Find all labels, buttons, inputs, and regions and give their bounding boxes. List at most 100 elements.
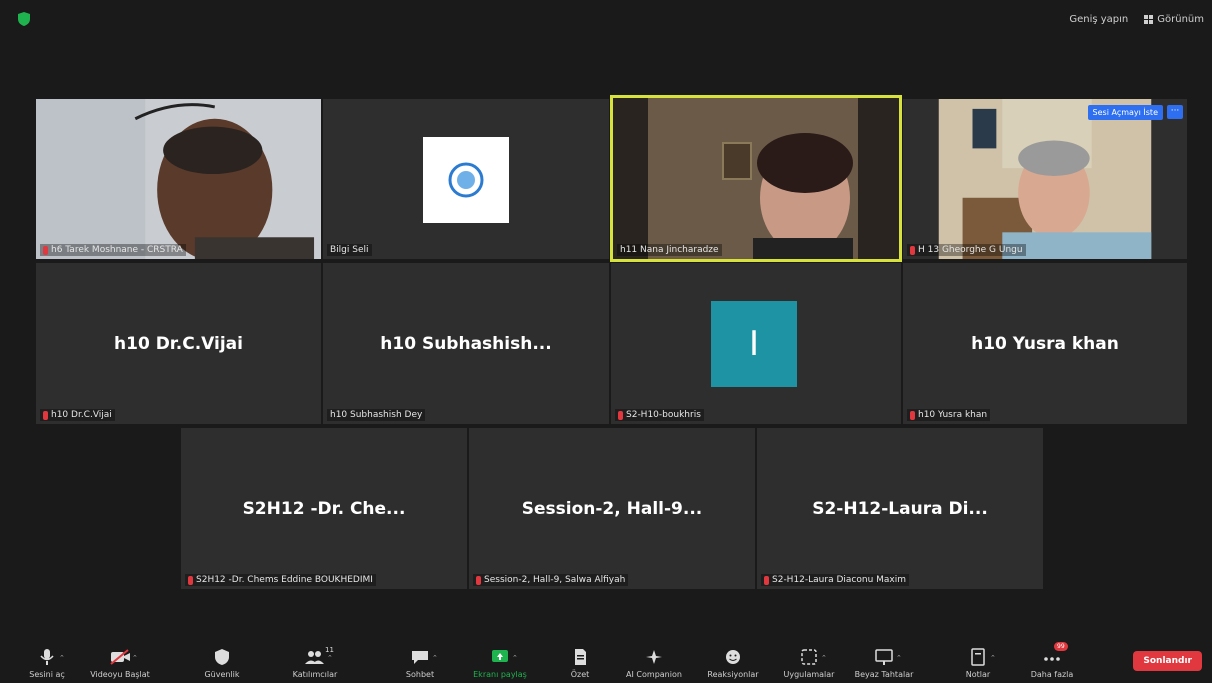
mic-muted-icon <box>188 575 193 585</box>
end-meeting-button[interactable]: Sonlandır <box>1133 651 1202 671</box>
shield-icon <box>215 649 229 665</box>
video-tile-tarek[interactable]: h6 Tarek Moshnane - CRSTRA <box>35 98 322 260</box>
notes-button[interactable]: ⌃ Notlar <box>958 648 998 679</box>
more-button[interactable]: 99 Daha fazla <box>1030 642 1074 679</box>
more-label: Daha fazla <box>1030 670 1074 679</box>
document-icon <box>575 649 586 665</box>
share-screen-icon <box>492 650 508 662</box>
participants-count: 11 <box>325 646 334 654</box>
participant-name: h10 Yusra khan <box>918 410 988 420</box>
fullscreen-label: Geniş yapın <box>1069 14 1129 25</box>
participant-display-name: h10 Subhashish... <box>380 333 552 354</box>
summary-label: Özet <box>570 670 590 679</box>
participant-name: h11 Nana Jincharadze <box>620 245 719 255</box>
reactions-label: Reaksiyonlar <box>707 670 759 679</box>
video-tile-laura[interactable]: S2-H12-Laura Di... S2-H12-Laura Diaconu … <box>756 427 1044 590</box>
summary-button[interactable]: Özet <box>565 648 595 679</box>
participant-name: h10 Subhashish Dey <box>330 410 423 420</box>
video-tile-salwa[interactable]: Session-2, Hall-9... Session-2, Hall-9, … <box>468 427 756 590</box>
video-tile-yusra[interactable]: h10 Yusra khan h10 Yusra khan <box>902 262 1188 425</box>
mic-muted-icon <box>43 245 48 255</box>
participant-name: h6 Tarek Moshnane - CRSTRA <box>51 245 183 255</box>
video-tile-nana-active-speaker[interactable]: h11 Nana Jincharadze <box>610 95 902 262</box>
participant-video <box>36 99 321 259</box>
chevron-up-icon[interactable]: ⌃ <box>327 654 333 662</box>
mic-muted-icon <box>618 410 623 420</box>
whiteboards-button[interactable]: ⌃ Beyaz Tahtalar <box>852 648 916 679</box>
avatar: I <box>711 301 797 387</box>
security-button[interactable]: Güvenlik <box>200 648 244 679</box>
notes-icon <box>971 648 985 666</box>
participants-label: Katılımcılar <box>292 670 338 679</box>
participant-name: S2-H12-Laura Diaconu Maxim <box>772 575 907 585</box>
participant-name-tag: Bilgi Seli <box>327 244 372 256</box>
participant-name-tag: Session-2, Hall-9, Salwa Alfiyah <box>473 574 629 586</box>
chat-label: Sohbet <box>405 670 435 679</box>
participant-name: h10 Dr.C.Vijai <box>51 410 112 420</box>
participant-name-tag: S2-H10-boukhris <box>615 409 704 421</box>
audio-label: Sesini aç <box>29 670 65 679</box>
fullscreen-button[interactable]: Geniş yapın <box>1069 14 1128 25</box>
notes-label: Notlar <box>965 670 991 679</box>
mic-muted-icon <box>910 410 915 420</box>
mic-muted-icon <box>764 575 769 585</box>
logo-icon <box>448 162 484 198</box>
chevron-up-icon[interactable]: ⌃ <box>821 654 827 662</box>
apps-label: Uygulamalar <box>783 670 835 679</box>
chat-button[interactable]: ⌃ Sohbet <box>400 648 440 679</box>
whiteboards-label: Beyaz Tahtalar <box>854 670 914 679</box>
participant-name-tag: h10 Subhashish Dey <box>327 409 426 421</box>
organization-logo <box>423 137 509 223</box>
smiley-icon <box>726 650 740 664</box>
share-screen-button[interactable]: ⌃ Ekranı paylaş <box>470 648 530 679</box>
participant-name-tag: h10 Dr.C.Vijai <box>40 409 115 421</box>
grid-icon <box>1144 15 1154 24</box>
view-button[interactable]: Görünüm <box>1144 14 1204 25</box>
shield-icon[interactable] <box>18 12 30 26</box>
participants-button[interactable]: 11 ⌃ Katılımcılar <box>290 646 340 679</box>
participant-name: H 13 Gheorghe G Ungu <box>918 245 1023 255</box>
ai-companion-label: AI Companion <box>626 670 682 679</box>
participant-name-tag: h10 Yusra khan <box>907 409 991 421</box>
participant-name: Session-2, Hall-9, Salwa Alfiyah <box>484 575 626 585</box>
audio-button[interactable]: ⌃ Sesini aç <box>22 648 72 679</box>
mic-muted-icon <box>910 245 915 255</box>
video-label: Videoyu Başlat <box>90 670 150 679</box>
participant-name: S2H12 -Dr. Chems Eddine BOUKHEDIMI <box>196 575 373 585</box>
participant-name-tag: H 13 Gheorghe G Ungu <box>907 244 1026 256</box>
video-tile-vijai[interactable]: h10 Dr.C.Vijai h10 Dr.C.Vijai <box>35 262 322 425</box>
video-tile-chems[interactable]: S2H12 -Dr. Che... S2H12 -Dr. Chems Eddin… <box>180 427 468 590</box>
security-label: Güvenlik <box>204 670 240 679</box>
video-tile-subhashish[interactable]: h10 Subhashish... h10 Subhashish Dey <box>322 262 610 425</box>
video-off-icon <box>110 649 130 665</box>
chevron-up-icon[interactable]: ⌃ <box>896 654 902 662</box>
apps-button[interactable]: ⌃ Uygulamalar <box>778 648 840 679</box>
share-label: Ekranı paylaş <box>473 670 527 679</box>
chevron-up-icon[interactable]: ⌃ <box>132 654 138 662</box>
participant-video <box>613 98 899 259</box>
participant-display-name: h10 Dr.C.Vijai <box>114 333 243 354</box>
chat-bubble-icon <box>412 651 428 664</box>
ai-companion-button[interactable]: AI Companion <box>622 648 686 679</box>
chevron-up-icon[interactable]: ⌃ <box>432 654 438 662</box>
video-tile-boukhris[interactable]: I S2-H10-boukhris <box>610 262 902 425</box>
top-bar: Geniş yapın Görünüm <box>0 0 1212 40</box>
video-button[interactable]: ⌃ Videoyu Başlat <box>90 648 150 679</box>
ask-to-unmute-button[interactable]: Sesi Açmayı İste <box>1087 105 1163 120</box>
video-tile-gheorghe[interactable]: Sesi Açmayı İste ··· H 13 Gheorghe G Ung… <box>902 98 1188 260</box>
mic-muted-icon <box>476 575 481 585</box>
participant-name-tag: S2H12 -Dr. Chems Eddine BOUKHEDIMI <box>185 574 376 586</box>
participant-name-tag: h11 Nana Jincharadze <box>617 244 722 256</box>
mic-muted-icon <box>43 410 48 420</box>
chevron-up-icon[interactable]: ⌃ <box>59 654 65 662</box>
chevron-up-icon[interactable]: ⌃ <box>512 654 518 662</box>
video-tile-bilgi-seli[interactable]: Bilgi Seli <box>322 98 610 260</box>
chevron-up-icon[interactable]: ⌃ <box>990 654 996 662</box>
sparkle-icon <box>646 650 662 664</box>
more-options-button[interactable]: ··· <box>1167 105 1183 119</box>
reactions-button[interactable]: Reaksiyonlar <box>705 648 761 679</box>
participant-display-name: S2H12 -Dr. Che... <box>242 498 406 519</box>
view-label: Görünüm <box>1157 14 1204 25</box>
participant-name: S2-H10-boukhris <box>626 410 701 420</box>
participants-icon <box>305 651 324 664</box>
